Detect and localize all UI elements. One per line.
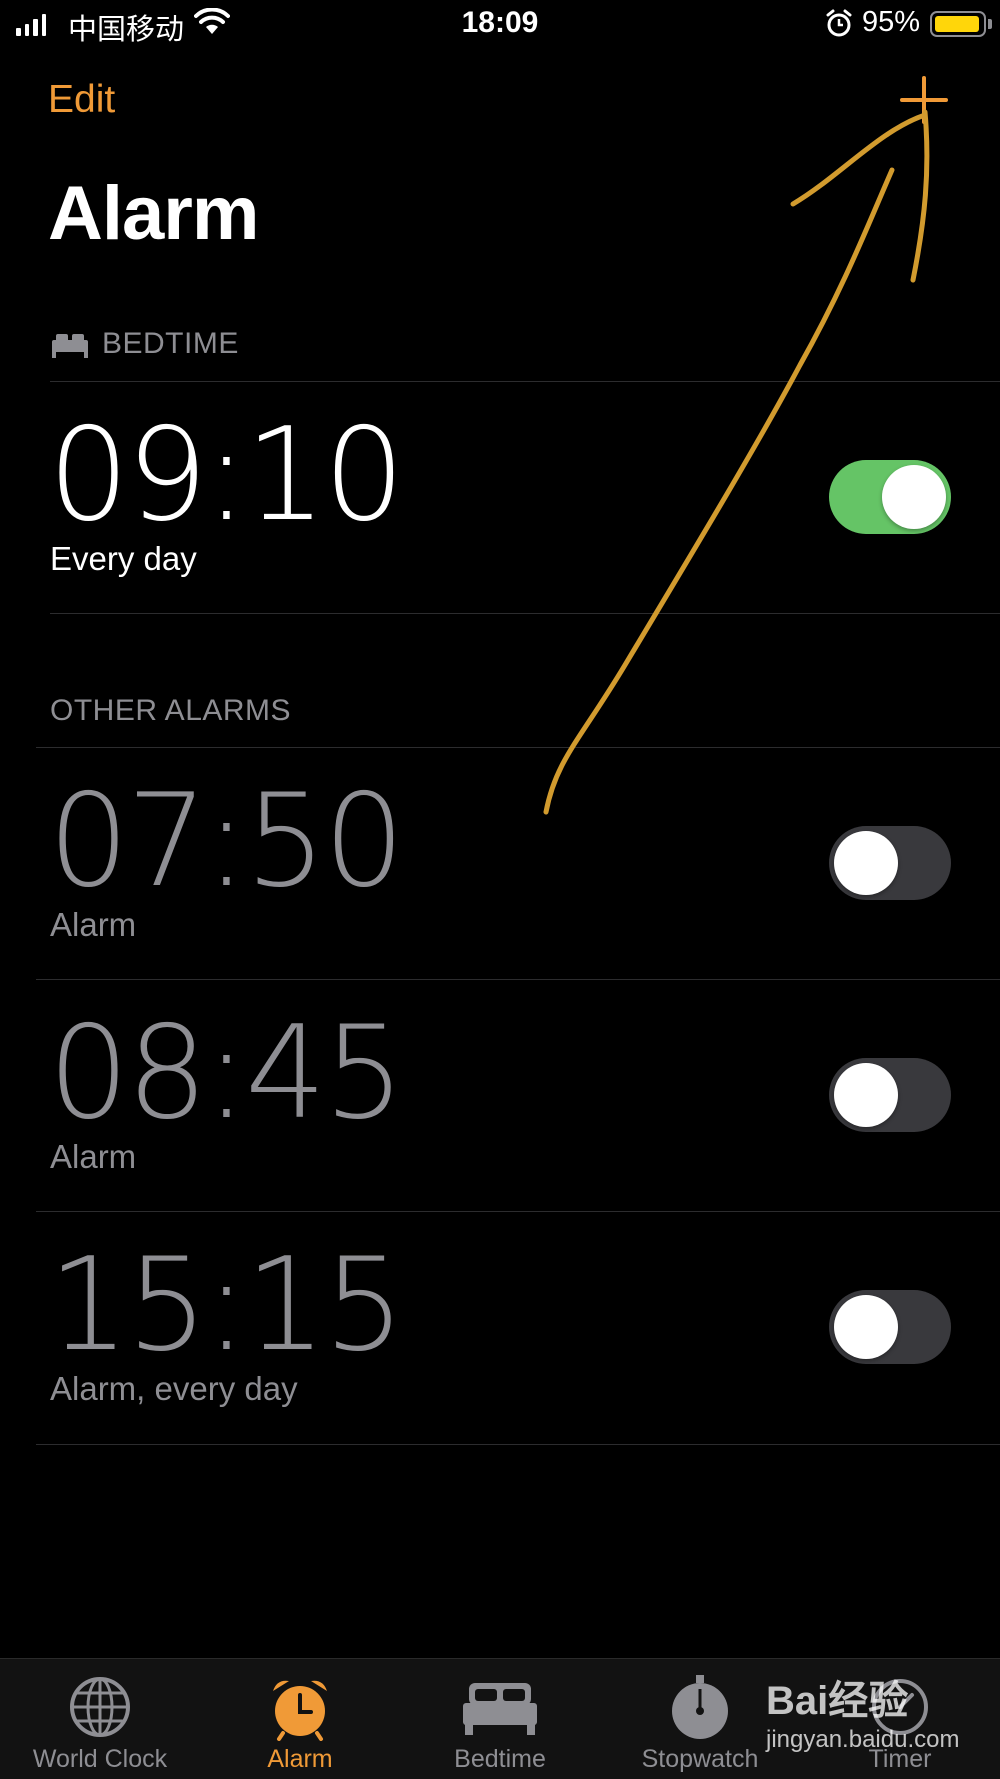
alarm-time: 15:15: [48, 1231, 405, 1380]
alarm-indicator-icon: [826, 9, 852, 37]
toggle-knob: [834, 1295, 898, 1359]
alarm-toggle[interactable]: [829, 460, 951, 534]
alarm-row[interactable]: 07:50 Alarm: [0, 748, 1000, 979]
tab-label: Bedtime: [454, 1745, 546, 1773]
bedtime-section-header: BEDTIME: [102, 327, 239, 360]
timer-icon: [872, 1679, 928, 1735]
alarm-label: Alarm: [50, 906, 137, 943]
alarm-label: Alarm: [50, 1138, 137, 1175]
alarm-label: Alarm, every day: [50, 1370, 298, 1407]
status-bar: 中国移动 18:09 95%: [0, 0, 1000, 50]
alarm-row[interactable]: 15:15 Alarm, every day: [0, 1212, 1000, 1443]
alarm-label: Every day: [50, 540, 197, 577]
tab-timer[interactable]: Timer: [800, 1659, 1000, 1779]
signal-icon: [16, 12, 46, 36]
tab-label: Timer: [868, 1745, 932, 1773]
alarm-row[interactable]: 08:45 Alarm: [0, 980, 1000, 1211]
divider: [50, 613, 1000, 614]
battery-fill: [935, 16, 979, 32]
page-title: Alarm: [48, 171, 259, 256]
tab-world-clock[interactable]: World Clock: [0, 1659, 200, 1779]
plus-icon[interactable]: [896, 72, 952, 128]
battery-nub: [988, 19, 992, 29]
alarm-clock-icon: [273, 1680, 327, 1741]
divider: [36, 1444, 1000, 1445]
other-alarms-section-header: OTHER ALARMS: [50, 694, 292, 727]
tab-stopwatch[interactable]: Stopwatch: [600, 1659, 800, 1779]
carrier-name: 中国移动: [68, 14, 185, 46]
bedtime-alarm-row[interactable]: 09:10 Every day: [0, 382, 1000, 613]
tab-label: Stopwatch: [641, 1745, 759, 1773]
battery-percent: 95%: [862, 6, 921, 38]
tab-label: World Clock: [32, 1745, 168, 1773]
tab-label: Alarm: [267, 1745, 333, 1773]
toggle-knob: [834, 831, 898, 895]
wifi-icon: [194, 8, 230, 34]
alarm-toggle[interactable]: [829, 1290, 951, 1364]
alarm-toggle[interactable]: [829, 826, 951, 900]
tab-alarm[interactable]: Alarm: [200, 1659, 400, 1779]
alarm-toggle[interactable]: [829, 1058, 951, 1132]
tab-bar: World Clock Alarm Bedtime Stopwatch Time…: [0, 1658, 1000, 1779]
toggle-knob: [882, 465, 946, 529]
bed-icon: [463, 1683, 537, 1735]
bed-icon: [52, 334, 88, 358]
alarm-time: 07:50: [48, 767, 405, 916]
battery-icon: [930, 11, 986, 37]
stopwatch-icon: [672, 1675, 728, 1739]
alarm-time: 08:45: [48, 999, 405, 1148]
tab-bedtime[interactable]: Bedtime: [400, 1659, 600, 1779]
toggle-knob: [834, 1063, 898, 1127]
edit-button[interactable]: Edit: [48, 78, 115, 122]
alarm-time: 09:10: [48, 401, 405, 550]
status-time: 18:09: [461, 6, 539, 39]
globe-icon: [70, 1677, 130, 1737]
